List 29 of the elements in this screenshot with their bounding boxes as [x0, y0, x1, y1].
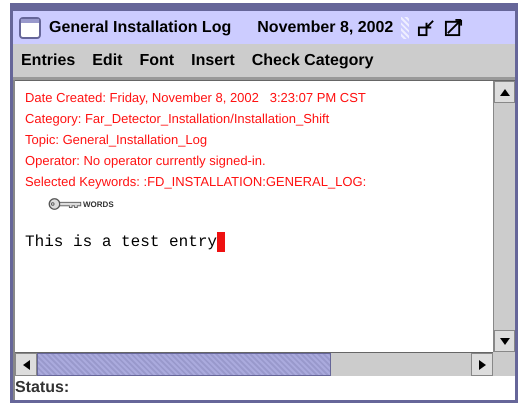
entry-text: This is a test entry — [25, 233, 218, 251]
window-title: General Installation Log — [49, 18, 232, 36]
horizontal-scrollbar[interactable] — [15, 352, 493, 376]
window-icon — [19, 16, 41, 38]
status-label: Status: — [15, 379, 70, 397]
scrollbar-corner — [493, 352, 515, 376]
header-line: Operator: No operator currently signed-in. — [25, 152, 267, 170]
text-cursor — [217, 232, 226, 252]
maximize-icon[interactable] — [444, 18, 464, 37]
menu-item[interactable]: Font — [139, 52, 174, 70]
scrollbar-thumb[interactable] — [37, 353, 331, 376]
menu-item[interactable]: Edit — [92, 52, 122, 70]
header-line: Topic: General_Installation_Log — [25, 131, 208, 149]
header-line: Selected Keywords: :FD_INSTALLATION:GENERAL_LOG: — [25, 173, 368, 191]
menu-item[interactable]: Entries — [21, 52, 76, 70]
header-line: Category: Far_Detector_Installation/Installation_Shift — [25, 110, 330, 128]
menu-item[interactable]: Check Category — [252, 52, 374, 70]
key-icon — [47, 197, 83, 211]
title-grip — [401, 16, 410, 38]
window-date: November 8, 2002 — [257, 18, 394, 36]
keyword-label: WORDS — [83, 200, 114, 208]
scroll-up-button[interactable] — [494, 81, 515, 103]
vertical-scrollbar[interactable] — [493, 81, 515, 352]
scroll-down-button[interactable] — [494, 330, 515, 352]
scroll-left-button[interactable] — [15, 353, 37, 376]
header-line: Date Created: Friday, November 8, 2002 3:23:07 PM CST — [25, 89, 367, 107]
scroll-right-button[interactable] — [471, 353, 493, 376]
minimize-icon[interactable] — [417, 18, 436, 37]
menu-item[interactable]: Insert — [191, 52, 235, 70]
